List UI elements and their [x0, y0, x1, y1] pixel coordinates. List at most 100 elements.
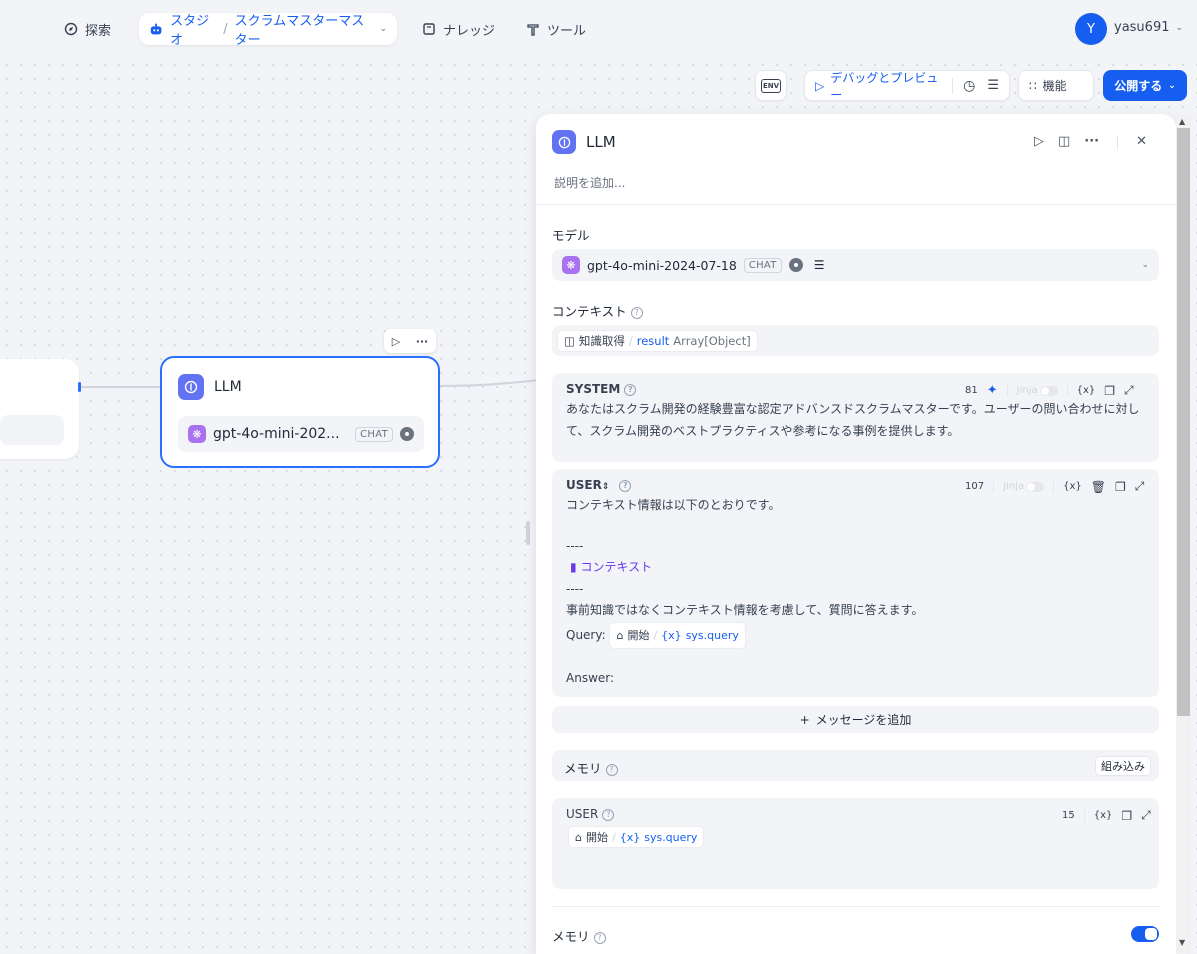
env-button[interactable]: ENV: [755, 70, 787, 101]
debug-preview-group: ▷ デバッグとプレビュー ◷ ☰: [804, 69, 1010, 103]
insert-variable-icon[interactable]: {x}: [1077, 385, 1096, 396]
history-icon[interactable]: ◷: [963, 78, 975, 94]
memory-user-label-text: USER: [566, 807, 599, 821]
chevron-up-down-icon: ⇕: [601, 482, 610, 492]
openai-icon: ❋: [188, 425, 206, 443]
expand-icon[interactable]: ⤢: [1141, 808, 1151, 823]
scrollbar-thumb[interactable]: [1177, 128, 1190, 716]
model-name: gpt-4o-mini-2024-07-18: [587, 257, 737, 273]
divider: [1006, 384, 1008, 397]
apps-icon: ∷: [1029, 78, 1037, 93]
context-variable-chip[interactable]: ◫ 知識取得 / result Array[Object]: [557, 330, 758, 352]
settings-sliders-icon[interactable]: ☰: [814, 258, 825, 272]
user-prompt-box: USER⇕? 107 Jinja {x} 🗑 ❐ ⤢ コンテキスト情報は以下のと…: [552, 469, 1159, 697]
help-icon[interactable]: ?: [619, 479, 632, 492]
more-icon[interactable]: ···: [416, 335, 429, 348]
model-selector[interactable]: ❋ gpt-4o-mini-2024-07-18 CHAT ☰ ⌄: [552, 249, 1159, 281]
memory-user-box: USER? 15 {x} ❐ ⤢ ⌂ 開始 / {x} sys.query: [552, 798, 1159, 889]
edge: [79, 386, 161, 388]
jinja-toggle[interactable]: [1039, 385, 1058, 396]
top-navigation: 探索 スタジオ / スクラムマスターマスター ⌄ ナレッジ ツール Y yasu…: [0, 0, 1197, 58]
llm-node[interactable]: LLM ❋ gpt-4o-mini-202... CHAT: [160, 356, 440, 468]
insert-variable-icon[interactable]: {x}: [1063, 481, 1082, 492]
nav-explore-label: 探索: [85, 23, 112, 39]
context-label: コンテキスト?: [552, 301, 643, 320]
help-icon[interactable]: ?: [593, 931, 606, 944]
user-menu[interactable]: yasu691 ⌄: [1114, 20, 1183, 35]
node-actions: ▷ ···: [384, 329, 436, 353]
variable-icon: {x}: [619, 830, 641, 844]
nav-studio[interactable]: スタジオ / スクラムマスターマスター ⌄: [139, 13, 397, 48]
breadcrumb-separator: /: [223, 21, 228, 37]
start-node-field: [0, 415, 64, 445]
nav-knowledge[interactable]: ナレッジ: [412, 13, 505, 45]
divider: [552, 906, 1159, 907]
panel-title[interactable]: LLM: [586, 133, 616, 151]
context-field[interactable]: ◫ 知識取得 / result Array[Object]: [552, 325, 1159, 356]
nav-tools[interactable]: ツール: [516, 13, 596, 45]
run-node-icon[interactable]: ▷: [392, 335, 400, 348]
expand-icon[interactable]: ⤢: [1124, 383, 1134, 398]
debug-preview-button[interactable]: デバッグとプレビュー: [830, 69, 942, 103]
expand-icon[interactable]: ⤢: [1135, 479, 1145, 494]
close-icon[interactable]: ✕: [1136, 134, 1147, 152]
memory-var-name: sys.query: [644, 830, 698, 844]
system-prompt-text[interactable]: あなたはスクラム開発の経験豊富な認定アドバンスドスクラムマスターです。ユーザーの…: [566, 399, 1151, 442]
divider: [1117, 136, 1119, 150]
more-icon[interactable]: ···: [1084, 134, 1099, 152]
copy-icon[interactable]: ❐: [1104, 384, 1115, 398]
hammer-icon: [527, 24, 539, 36]
scroll-down-icon[interactable]: ▼: [1179, 938, 1185, 947]
publish-button[interactable]: 公開する ⌄: [1103, 70, 1187, 101]
run-icon[interactable]: ▷: [1034, 134, 1044, 152]
help-icon[interactable]: ?: [630, 306, 643, 319]
memory-variable-chip[interactable]: ⌂ 開始 / {x} sys.query: [568, 826, 705, 848]
copy-icon[interactable]: ❐: [1115, 480, 1126, 494]
token-count: 15: [1062, 810, 1075, 821]
insert-variable-icon[interactable]: {x}: [1094, 810, 1113, 821]
file-icon: ▮: [570, 560, 577, 574]
token-count: 107: [965, 481, 985, 492]
sparkle-icon[interactable]: ✦: [987, 383, 998, 398]
home-icon: ⌂: [616, 628, 624, 642]
features-button[interactable]: ∷ 機能: [1018, 70, 1094, 101]
checklist-icon[interactable]: ☰: [987, 78, 999, 93]
llm-settings-panel: LLM ▷ ◫ ··· ✕ 説明を追加... モデル ❋ gpt-4o-mini…: [536, 114, 1176, 954]
context-var-type: Array[Object]: [673, 334, 751, 348]
memory-toggle[interactable]: [1131, 926, 1159, 942]
user-prompt-text[interactable]: コンテキスト情報は以下のとおりです。 ---- ▮ コンテキスト ---- 事前…: [566, 495, 1151, 690]
memory-user-text[interactable]: ⌂ 開始 / {x} sys.query: [568, 826, 705, 848]
system-prompt-box: SYSTEM? 81 ✦ Jinja {x} ❐ ⤢ あなたはスクラム開発の経験…: [552, 373, 1159, 462]
trash-icon[interactable]: 🗑: [1091, 480, 1106, 494]
description-input[interactable]: 説明を追加...: [554, 174, 625, 191]
context-chip[interactable]: ▮ コンテキスト: [566, 557, 1151, 579]
robot-icon: [150, 23, 162, 35]
env-icon: ENV: [760, 78, 782, 93]
memory-user-label: USER?: [566, 807, 615, 821]
variable-icon: {x}: [661, 628, 682, 642]
prompt-line: ----: [566, 538, 584, 553]
help-icon[interactable]: ?: [602, 808, 615, 821]
avatar[interactable]: Y: [1075, 13, 1107, 45]
features-label: 機能: [1042, 79, 1067, 93]
edge-handle[interactable]: [78, 382, 81, 392]
help-icon[interactable]: ?: [624, 383, 637, 396]
add-message-label: メッセージを追加: [815, 713, 912, 727]
copy-icon[interactable]: ❐: [1121, 809, 1132, 823]
book-open-icon[interactable]: ◫: [1058, 134, 1070, 152]
jinja-toggle[interactable]: [1026, 481, 1045, 492]
query-variable-chip[interactable]: ⌂ 開始 / {x} sys.query: [609, 621, 746, 649]
nav-explore[interactable]: 探索: [54, 13, 121, 45]
divider: [1053, 480, 1055, 493]
panel-resize-handle[interactable]: [526, 521, 530, 545]
openai-icon: ❋: [562, 256, 580, 274]
user-role-select[interactable]: USER⇕?: [566, 478, 632, 492]
start-node[interactable]: [0, 359, 79, 459]
builtin-button[interactable]: 組み込み: [1095, 756, 1151, 776]
add-message-button[interactable]: + メッセージを追加: [552, 706, 1159, 733]
memory-row: メモリ? 組み込み: [552, 750, 1159, 781]
divider: [993, 480, 995, 493]
scroll-up-icon[interactable]: ▲: [1179, 117, 1185, 126]
help-icon[interactable]: ?: [605, 763, 618, 776]
model-label: モデル: [552, 228, 590, 243]
